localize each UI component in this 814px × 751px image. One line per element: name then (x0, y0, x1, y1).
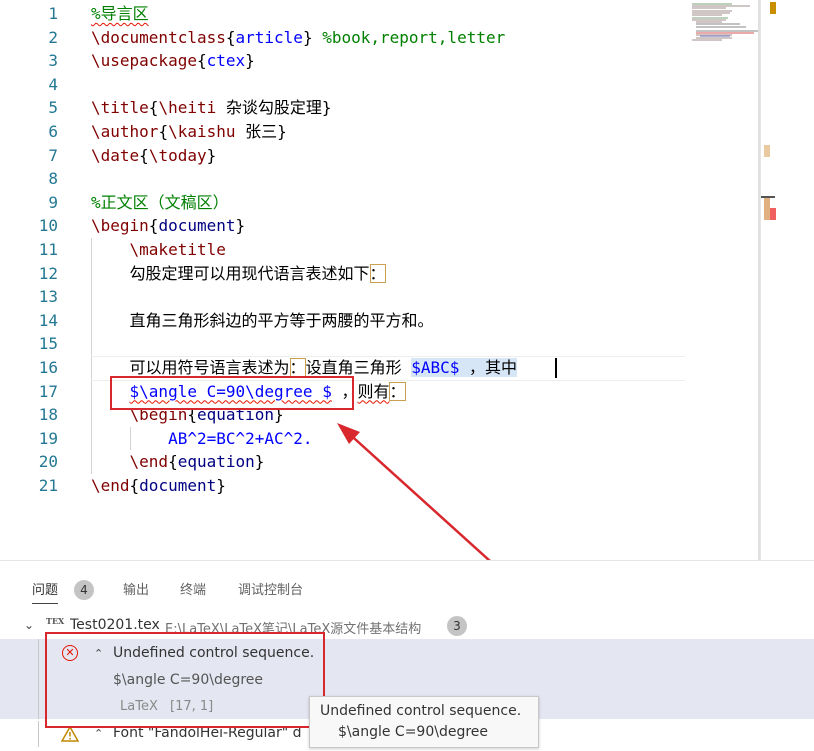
annotation-box-panel (45, 632, 325, 728)
tree-guide (38, 639, 39, 719)
tab-problems[interactable]: 问题 (32, 579, 59, 604)
warning-icon (61, 726, 79, 742)
file-name: Test0201.tex (70, 617, 160, 633)
tree-guide (38, 721, 39, 747)
tab-terminal[interactable]: 终端 (180, 579, 206, 598)
file-problem-count-badge: 3 (447, 616, 467, 636)
tab-output[interactable]: 输出 (123, 579, 149, 598)
problems-count-badge: 4 (74, 580, 94, 600)
tooltip-line-1: Undefined control sequence. (320, 703, 522, 719)
chevron-down-icon[interactable]: ⌄ (24, 618, 34, 632)
hover-tooltip: Undefined control sequence. $\angle C=90… (309, 696, 539, 748)
tooltip-line-2: $\angle C=90\degree (338, 724, 489, 740)
tex-file-icon: TEX (46, 616, 65, 626)
chevron-up-icon[interactable]: ⌃ (94, 727, 103, 740)
tab-debug-console[interactable]: 调试控制台 (238, 579, 303, 598)
